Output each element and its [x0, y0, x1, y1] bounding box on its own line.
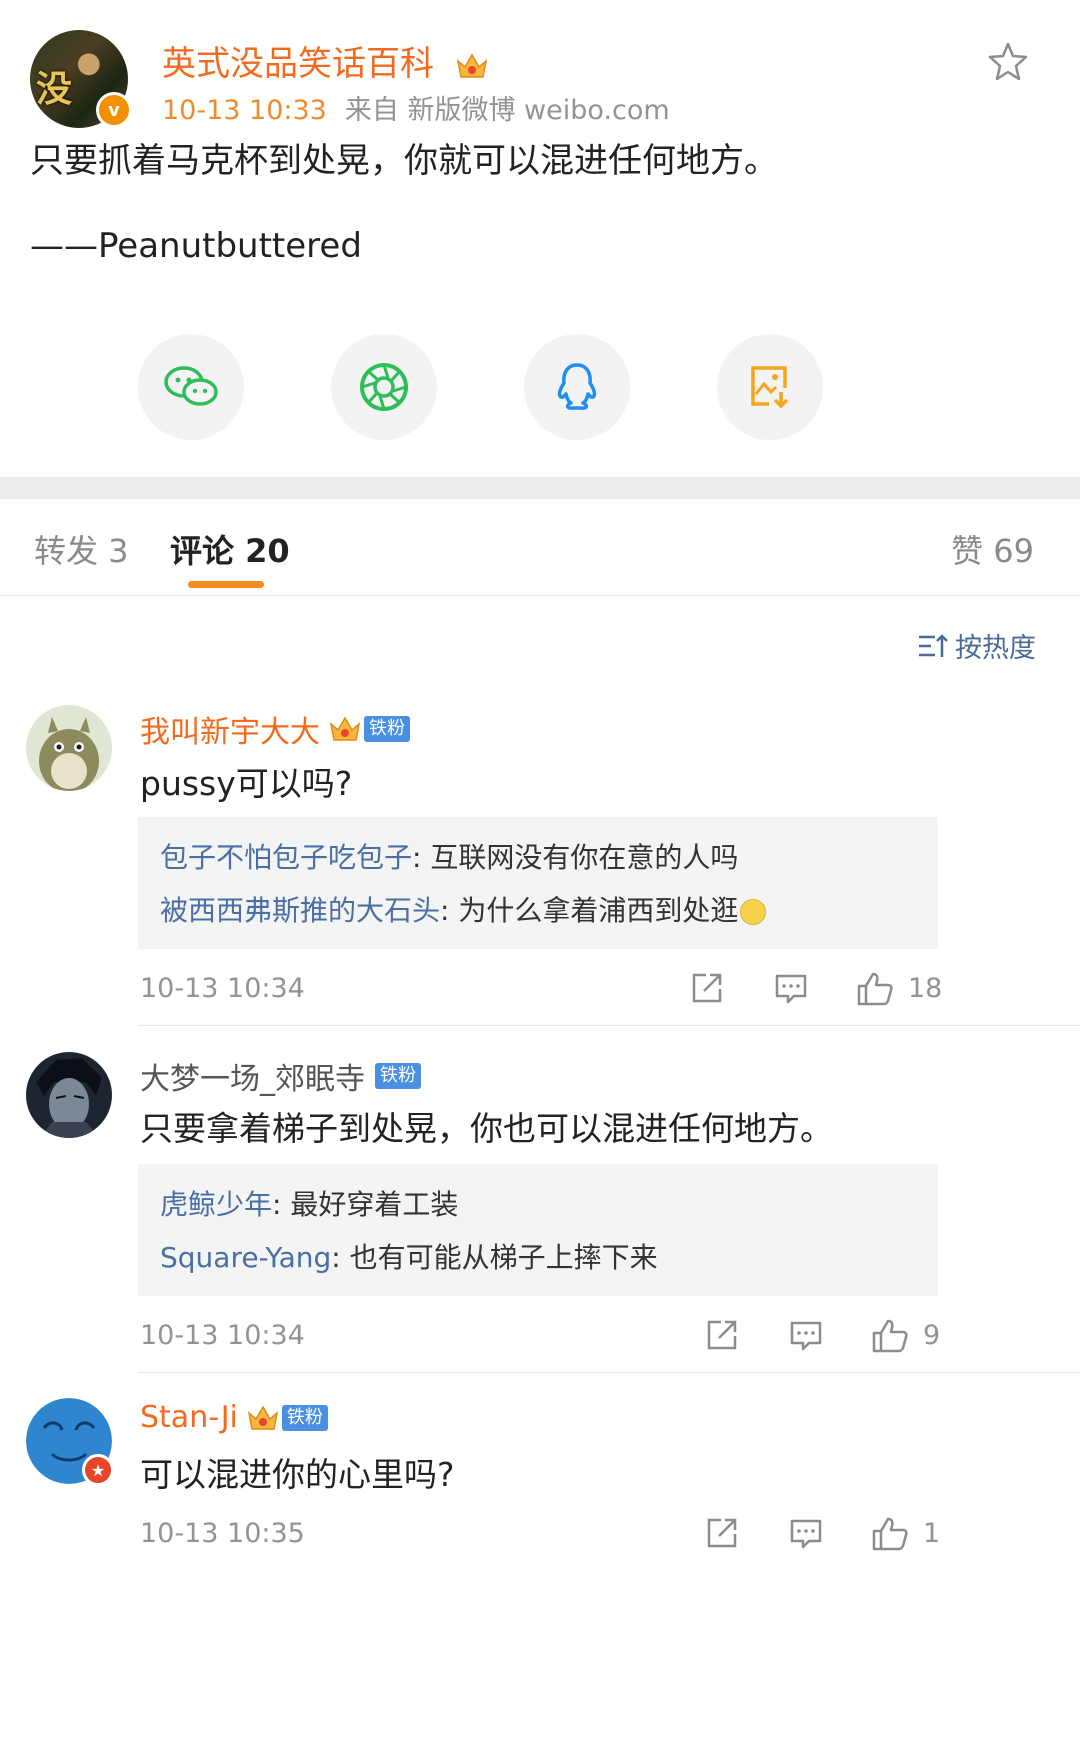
post-time: 10-13 10:33 [162, 95, 327, 126]
reply-text: : 互联网没有你在意的人吗 [412, 841, 739, 874]
post-meta: 10-13 10:33 来自 新版微博 weibo.com [162, 88, 670, 127]
avatar-image [26, 1052, 112, 1138]
like-icon[interactable] [871, 1318, 909, 1354]
comment-time: 10-13 10:34 [140, 973, 305, 1004]
reply-author[interactable]: Square-Yang [160, 1241, 331, 1274]
comment-icon[interactable] [789, 1516, 823, 1550]
like-icon[interactable] [871, 1516, 909, 1552]
author-name-text[interactable]: 英式没品笑话百科 [162, 44, 434, 84]
tab-repost[interactable]: 转发 3 [34, 526, 129, 572]
reply-text: : 为什么拿着浦西到处逛 [440, 894, 739, 927]
avatar-text: 没 [36, 68, 73, 110]
fan-badge: 铁粉 [375, 1063, 421, 1089]
commenter-name-text[interactable]: Stan-Ji [140, 1400, 238, 1435]
comment-time: 10-13 10:34 [140, 1320, 305, 1351]
comment-time: 10-13 10:35 [140, 1518, 305, 1549]
sort-icon [919, 633, 948, 657]
repost-icon[interactable] [690, 971, 724, 1005]
like-icon[interactable] [856, 971, 894, 1007]
avatar-image [26, 705, 112, 791]
repost-icon[interactable] [705, 1516, 739, 1550]
like-count: 9 [923, 1320, 941, 1351]
comment-text: 只要拿着梯子到处晃，你也可以混进任何地方。 [140, 1109, 833, 1148]
share-moments-button[interactable] [331, 334, 437, 440]
reply-item[interactable]: 被西西弗斯推的大石头: 为什么拿着浦西到处逛 [160, 884, 916, 937]
comment-footer: 10-13 10:34 9 [140, 1318, 940, 1358]
post-attribution: ——Peanutbuttered [30, 226, 362, 266]
commenter-avatar[interactable] [26, 705, 112, 791]
reply-text: : 也有可能从梯子上摔下来 [331, 1241, 658, 1274]
crown-icon [247, 1405, 279, 1430]
comment-footer: 10-13 10:35 1 [140, 1516, 940, 1556]
tab-active-indicator [188, 581, 264, 588]
comment-icon[interactable] [774, 971, 808, 1005]
comment-separator [138, 1025, 1080, 1026]
reply-author[interactable]: 虎鲸少年 [160, 1188, 272, 1221]
share-qq-button[interactable] [524, 334, 630, 440]
comment-text: 可以混进你的心里吗? [140, 1455, 455, 1494]
commenter-name[interactable]: 大梦一场_郊眠寺 铁粉 [140, 1054, 421, 1098]
reply-author[interactable]: 被西西弗斯推的大石头 [160, 894, 440, 927]
reply-item[interactable]: 虎鲸少年: 最好穿着工装 [160, 1178, 916, 1231]
repost-icon[interactable] [705, 1318, 739, 1352]
wechat-icon [164, 366, 218, 406]
reply-author[interactable]: 包子不怕包子吃包子 [160, 841, 412, 874]
post-text: 只要抓着马克杯到处晃，你就可以混进任何地方。 [30, 141, 778, 181]
save-image-icon [751, 366, 789, 409]
share-row [0, 334, 1080, 440]
commenter-name-text[interactable]: 我叫新宇大大 [140, 707, 320, 751]
comment-text: pussy可以吗? [140, 764, 353, 803]
crown-icon [329, 716, 361, 741]
commenter-avatar[interactable] [26, 1052, 112, 1138]
crown-icon [456, 53, 487, 78]
like-count: 18 [908, 973, 943, 1004]
fan-badge: 铁粉 [364, 716, 410, 742]
comment-footer: 10-13 10:34 18 [140, 971, 943, 1011]
reply-item[interactable]: Square-Yang: 也有可能从梯子上摔下来 [160, 1231, 916, 1284]
comment-icon[interactable] [789, 1318, 823, 1352]
sort-label: 按热度 [955, 633, 1036, 664]
author-name[interactable]: 英式没品笑话百科 [162, 36, 489, 85]
reply-text: : 最好穿着工装 [272, 1188, 459, 1221]
star-icon[interactable] [986, 40, 1030, 84]
reply-box[interactable]: 虎鲸少年: 最好穿着工装 Square-Yang: 也有可能从梯子上摔下来 [138, 1164, 938, 1296]
save-image-button[interactable] [717, 334, 823, 440]
moments-icon [360, 363, 408, 411]
like-count: 1 [923, 1518, 941, 1549]
commenter-name[interactable]: Stan-Ji 铁粉 [140, 1400, 328, 1435]
emoji-icon [740, 899, 767, 925]
commenter-avatar[interactable]: ★ [26, 1398, 114, 1486]
qq-icon [557, 363, 597, 410]
commenter-name[interactable]: 我叫新宇大大 铁粉 [140, 707, 410, 751]
verified-red-icon: ★ [82, 1454, 114, 1486]
fan-badge: 铁粉 [281, 1404, 328, 1431]
tab-bar: 转发 3 评论 20 赞 69 [0, 500, 1080, 596]
tab-likes[interactable]: 赞 69 [951, 526, 1034, 572]
tab-comments[interactable]: 评论 20 [170, 526, 290, 572]
share-wechat-button[interactable] [138, 334, 244, 440]
post-header: 没 v 英式没品笑话百科 10-13 10:33 来自 新版微博 weibo.co… [30, 30, 1060, 130]
reply-item[interactable]: 包子不怕包子吃包子: 互联网没有你在意的人吗 [160, 831, 916, 884]
reply-box[interactable]: 包子不怕包子吃包子: 互联网没有你在意的人吗 被西西弗斯推的大石头: 为什么拿着… [138, 817, 938, 949]
author-avatar[interactable]: 没 v [30, 30, 132, 128]
sort-button[interactable]: 按热度 [917, 626, 1036, 665]
section-divider [0, 477, 1080, 499]
verified-v-icon: v [96, 92, 132, 128]
post-source: 来自 新版微博 weibo.com [344, 95, 670, 126]
comment-separator [138, 1372, 1080, 1373]
commenter-name-text[interactable]: 大梦一场_郊眠寺 [140, 1054, 365, 1098]
